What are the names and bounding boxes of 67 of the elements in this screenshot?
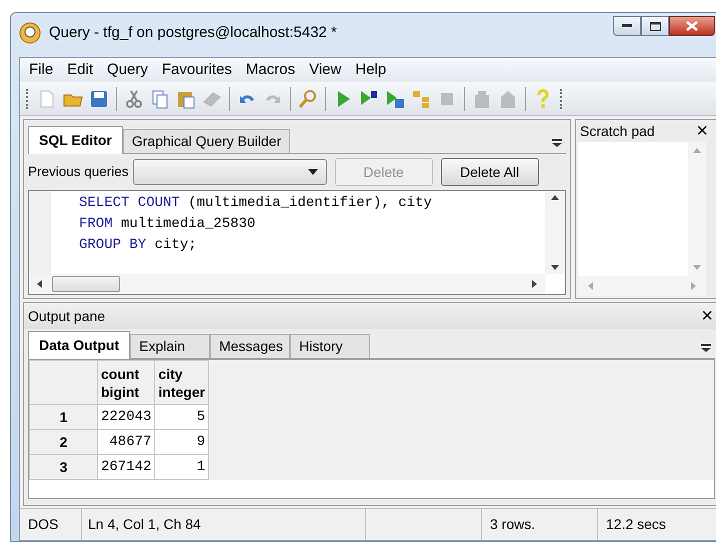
table-cell: 9 [154, 430, 209, 454]
close-button[interactable]: × [696, 121, 708, 141]
status-row-count: 3 rows. [482, 509, 598, 540]
table-cell: 48677 [98, 430, 155, 454]
output-pane-title: Output pane [28, 306, 106, 326]
sql-line: GROUP BY city; [79, 236, 197, 255]
editor-tab[interactable]: Graphical Query Builder [122, 129, 290, 153]
table-cell: 222043 [98, 404, 155, 430]
scroll-up-icon [693, 148, 701, 153]
dropdown-icon [701, 344, 711, 352]
maximize-button[interactable] [641, 16, 669, 36]
horizontal-scrollbar[interactable] [578, 276, 706, 296]
table-cell: 1 [154, 454, 209, 480]
output-tab[interactable]: Explain [130, 334, 210, 358]
output-tab[interactable]: History [290, 334, 370, 358]
close-button[interactable] [669, 16, 715, 36]
menu-item[interactable]: Favourites [156, 58, 237, 82]
toolbar-grip [560, 88, 564, 108]
minimize-button[interactable] [613, 16, 641, 36]
table-cell: 5 [154, 404, 209, 430]
output-tab[interactable]: Data Output [28, 331, 130, 359]
scroll-right-icon [532, 280, 537, 288]
sql-line: FROM multimedia_25830 [79, 215, 256, 234]
scroll-left-icon [37, 280, 42, 288]
scratch-pad-title: Scratch pad [580, 122, 655, 141]
row-header[interactable]: 3 [30, 454, 98, 480]
output-tab[interactable]: Messages [210, 334, 290, 358]
row-header[interactable]: 2 [30, 430, 98, 454]
status-position: Ln 4, Col 1, Ch 84 [82, 509, 366, 540]
corner-cell [30, 360, 98, 404]
scroll-down-icon [693, 265, 701, 270]
menu-item[interactable]: View [304, 58, 346, 82]
toolbar-icon [123, 88, 145, 110]
sql-editor[interactable]: SELECT COUNT (multimedia_identifier), city FROM multimedia_25830 GROUP BY city; [28, 190, 566, 295]
toolbar-icon [297, 88, 319, 110]
editor-tab[interactable]: SQL Editor [28, 126, 123, 154]
close-button[interactable]: × [701, 306, 713, 326]
previous-queries-label: Previous queries [28, 162, 129, 181]
scroll-down-icon [551, 265, 559, 270]
column-header[interactable]: count bigint [98, 360, 155, 404]
menu-item[interactable]: Edit [62, 58, 98, 82]
delete-button[interactable]: Delete All [440, 158, 539, 186]
menu-item[interactable]: File [24, 58, 58, 82]
horizontal-scrollbar[interactable] [29, 274, 545, 294]
toolbar-grip [26, 88, 30, 108]
window-title: Query - tfg_f on postgres@localhost:5432 * [49, 22, 337, 43]
dropdown-icon [552, 139, 562, 147]
vertical-scrollbar[interactable] [688, 142, 706, 276]
restore-icon [650, 22, 660, 30]
scroll-left-icon [588, 282, 593, 290]
status-time: 12.2 secs [605, 515, 667, 534]
column-header[interactable]: city integer [154, 360, 209, 404]
previous-queries-dropdown[interactable] [132, 159, 327, 185]
status-encoding: DOS [20, 509, 82, 540]
row-header[interactable]: 1 [30, 404, 98, 430]
close-icon [686, 21, 698, 31]
menu-item[interactable]: Macros [240, 58, 300, 82]
menu-item[interactable]: Help [350, 58, 392, 82]
minimize-icon [622, 24, 632, 28]
scroll-right-icon [691, 282, 696, 290]
scroll-up-icon [551, 195, 559, 200]
table-cell: 267142 [98, 454, 155, 480]
menu-item[interactable]: Query [102, 58, 153, 82]
sql-line: SELECT COUNT (multimedia_identifier), city [79, 194, 432, 213]
caret-icon [308, 169, 318, 175]
vertical-scrollbar[interactable] [545, 191, 565, 274]
scrollbar-thumb[interactable] [52, 276, 120, 292]
